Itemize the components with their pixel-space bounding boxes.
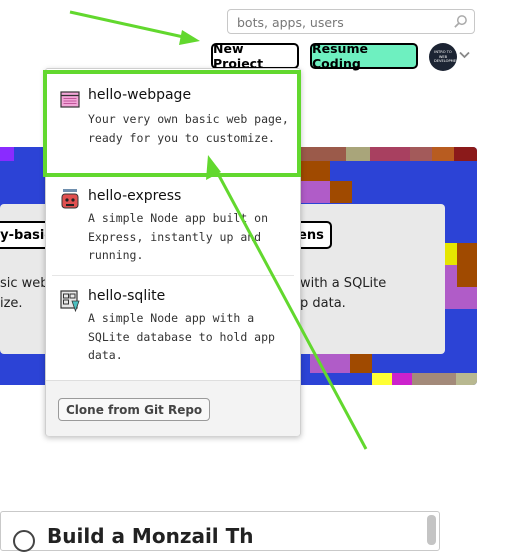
dropdown-item-hello-webpage[interactable]: hello-webpage Your very own basic web pa…: [46, 69, 300, 173]
project-title: Build a Monzail Th: [47, 524, 254, 548]
dropdown-item-hello-sqlite[interactable]: hello-sqlite A simple Node app with a SQ…: [46, 276, 300, 376]
clone-from-git-repo-button[interactable]: Clone from Git Repo: [58, 398, 211, 421]
search-box[interactable]: [227, 9, 475, 34]
webpage-icon: [60, 91, 80, 108]
item-title: hello-webpage: [88, 87, 192, 103]
search-input[interactable]: [237, 13, 447, 31]
starter-card-right-button[interactable]: ens: [296, 221, 332, 249]
scrollbar[interactable]: [427, 515, 436, 545]
starter-card-left-desc-2: ize.: [0, 296, 23, 311]
starter-card-left-desc-1: sic web: [0, 276, 49, 291]
item-description: A simple Node app built on Express, inst…: [88, 211, 269, 262]
starter-card-right-desc-1: with a SQLite: [300, 276, 387, 291]
dropdown-footer: Clone from Git Repo: [46, 380, 300, 436]
search-icon[interactable]: [453, 14, 468, 29]
project-card[interactable]: Build a Monzail Th: [0, 511, 440, 552]
new-project-dropdown: hello-webpage Your very own basic web pa…: [45, 68, 301, 436]
sqlite-icon: [60, 290, 80, 312]
dropdown-item-hello-express[interactable]: hello-express A simple Node app built on…: [46, 176, 300, 276]
item-title: hello-sqlite: [88, 288, 166, 304]
new-project-button[interactable]: New Project: [211, 41, 299, 71]
avatar-text: INTRO TO WEB DEVELOPMENT: [434, 50, 457, 63]
express-icon: [61, 189, 79, 209]
item-description: Your very own basic web page, ready for …: [88, 112, 289, 145]
starter-card-right-desc-2: p data.: [300, 296, 346, 311]
item-title: hello-express: [88, 188, 182, 204]
user-avatar[interactable]: INTRO TO WEB DEVELOPMENT: [429, 43, 457, 71]
resume-coding-button[interactable]: Resume Coding: [310, 41, 418, 71]
chevron-down-icon[interactable]: [459, 51, 470, 59]
item-description: A simple Node app with a SQLite database…: [88, 311, 275, 362]
circle-icon: [13, 530, 35, 552]
arrow-to-new-project: [69, 10, 200, 45]
